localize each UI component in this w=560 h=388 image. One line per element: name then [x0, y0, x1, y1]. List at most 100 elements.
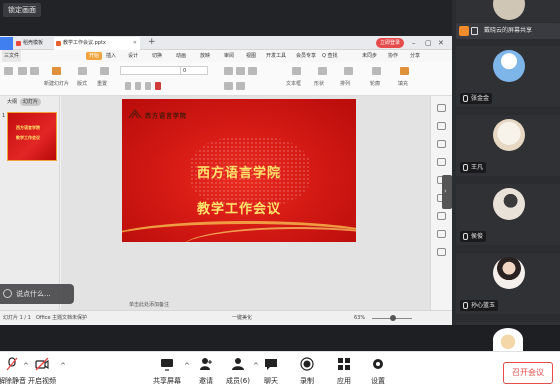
- close-tab-icon[interactable]: ✕: [133, 37, 137, 50]
- property-icon[interactable]: [437, 104, 446, 112]
- menu-dev-tools[interactable]: 开发工具: [266, 50, 286, 62]
- maximize-icon[interactable]: ▢: [425, 36, 432, 50]
- shared-screen-wps: 稻壳模板 教学工作会议.pptx ✕ + 立即登录 – ▢ ✕ 三文件 开始 插…: [0, 36, 452, 325]
- shapes-icon[interactable]: [318, 67, 327, 75]
- avatar: [493, 0, 525, 20]
- menu-review[interactable]: 审阅: [224, 50, 234, 62]
- chat-button[interactable]: 聊天: [251, 352, 291, 388]
- panel-collapse-handle[interactable]: ›: [442, 175, 452, 209]
- animation-pane-icon[interactable]: [437, 140, 446, 148]
- menu-file[interactable]: 三文件: [2, 50, 22, 62]
- menu-animation[interactable]: 动画: [176, 50, 186, 62]
- participant-card[interactable]: 张金金: [456, 46, 560, 107]
- menu-transition[interactable]: 切换: [152, 50, 162, 62]
- meeting-window: 锁定画面 稻壳模板 教学工作会议.pptx ✕ + 立即登录 – ▢ ✕ 三文件…: [0, 0, 560, 388]
- slide-title[interactable]: 西方语言学院: [122, 162, 356, 181]
- menu-member[interactable]: 会员专享: [296, 50, 316, 62]
- menu-slideshow[interactable]: 放映: [200, 50, 210, 62]
- help-icon[interactable]: [437, 248, 446, 256]
- italic-icon[interactable]: [135, 82, 141, 90]
- underline-icon[interactable]: [145, 82, 151, 90]
- doc-protection[interactable]: 文档未保护: [62, 311, 87, 325]
- open-meeting-button[interactable]: 召开会议: [503, 362, 553, 384]
- outline-icon[interactable]: [372, 67, 381, 75]
- chat-quick-input[interactable]: 说点什么...: [0, 284, 74, 304]
- align-center-icon[interactable]: [236, 67, 245, 75]
- bullets-icon[interactable]: [236, 82, 245, 90]
- new-slide-label[interactable]: 新建幻灯片: [44, 80, 69, 87]
- menu-collaborate[interactable]: 协作: [388, 50, 398, 62]
- align-right-icon[interactable]: [248, 67, 257, 75]
- record-button[interactable]: 录制: [287, 352, 327, 388]
- layout-icon[interactable]: [78, 67, 87, 75]
- zoom-slider-knob[interactable]: [390, 315, 396, 321]
- participant-card[interactable]: 侯俊: [456, 184, 560, 245]
- arrange-label[interactable]: 排列: [340, 80, 350, 87]
- thumb-subtitle: 教学工作会议: [16, 135, 40, 140]
- tab-home[interactable]: [0, 37, 13, 50]
- fill-icon[interactable]: [400, 67, 409, 75]
- share-screen-icon: [459, 26, 469, 36]
- reset-label[interactable]: 重置: [97, 80, 107, 87]
- layout-label[interactable]: 版式: [77, 80, 87, 87]
- textbox-icon[interactable]: [292, 67, 301, 75]
- line-spacing-icon[interactable]: [224, 82, 233, 90]
- font-color-icon[interactable]: [155, 82, 161, 90]
- menu-insert[interactable]: 插入: [106, 50, 116, 62]
- tab-slides[interactable]: 幻灯片: [20, 98, 42, 106]
- new-slide-icon[interactable]: [52, 67, 61, 75]
- share-screen-button[interactable]: 共享屏幕: [147, 352, 187, 388]
- share-label: 戴晓云的屏幕共享: [484, 27, 533, 34]
- textbox-label[interactable]: 文本框: [286, 80, 301, 87]
- avatar: [493, 328, 523, 351]
- outline-label[interactable]: 轮廓: [370, 80, 380, 87]
- tab-document[interactable]: 教学工作会议.pptx ✕: [54, 37, 140, 50]
- lock-view-button[interactable]: 锁定画面: [3, 3, 41, 17]
- arrange-icon[interactable]: [344, 67, 353, 75]
- paste-icon[interactable]: [4, 67, 13, 75]
- menu-start[interactable]: 开始: [86, 52, 103, 60]
- copy-icon[interactable]: [30, 67, 39, 75]
- slide-thumbnail[interactable]: 西方语言学院 教学工作会议: [7, 112, 57, 161]
- new-tab-icon[interactable]: +: [148, 36, 156, 49]
- slide-subtitle[interactable]: 教学工作会议: [122, 198, 356, 217]
- tab-document-label: 教学工作会议.pptx: [63, 40, 106, 46]
- participant-card-top[interactable]: [456, 0, 560, 22]
- shapes-label[interactable]: 形状: [314, 80, 324, 87]
- font-size-select[interactable]: 0: [180, 66, 208, 75]
- invite-icon: [200, 358, 212, 370]
- slide[interactable]: 西方语言学院 西方语言学院 教学工作会议 ➤: [122, 99, 356, 242]
- settings-pane-icon[interactable]: [437, 212, 446, 220]
- menu-view[interactable]: 视图: [246, 50, 256, 62]
- participant-card[interactable]: 王凡: [456, 115, 560, 176]
- feedback-icon[interactable]: [437, 230, 446, 238]
- close-window-icon[interactable]: ✕: [438, 36, 444, 50]
- tab-outline[interactable]: 大纲: [4, 98, 20, 106]
- menu-search[interactable]: Q 查找: [322, 50, 338, 62]
- tab-daoke-template[interactable]: 稻壳模板: [14, 37, 52, 50]
- settings-button[interactable]: 设置: [358, 352, 398, 388]
- cut-icon[interactable]: [18, 67, 27, 75]
- minimize-icon[interactable]: –: [412, 36, 416, 50]
- start-video-button[interactable]: 开启视频: [22, 352, 62, 388]
- login-button[interactable]: 立即登录: [376, 38, 405, 48]
- menu-share[interactable]: 分享: [410, 50, 420, 62]
- slide-logo-text: 西方语言学院: [145, 113, 188, 120]
- participant-card[interactable]: 孙心蓝玉: [456, 253, 560, 314]
- menu-design[interactable]: 设计: [128, 50, 138, 62]
- style-icon[interactable]: [437, 122, 446, 130]
- mic-icon: [471, 27, 478, 35]
- chevron-up-icon[interactable]: ^: [60, 362, 66, 370]
- fill-label[interactable]: 填充: [398, 80, 408, 87]
- reset-icon[interactable]: [100, 67, 109, 75]
- participant-card-partial[interactable]: [456, 322, 560, 325]
- menu-unsynced[interactable]: 未同步: [362, 50, 377, 62]
- screen-share-strip[interactable]: 戴晓云的屏幕共享: [456, 23, 560, 39]
- align-left-icon[interactable]: [224, 67, 233, 75]
- zoom-level[interactable]: 63%: [354, 311, 365, 325]
- tab-daoke-label: 稻壳模板: [23, 40, 44, 46]
- bold-icon[interactable]: [125, 82, 131, 90]
- notes-hint[interactable]: 单击此处添加备注: [129, 301, 169, 308]
- shape-pane-icon[interactable]: [437, 158, 446, 166]
- beautify-button[interactable]: 一键美化: [232, 311, 252, 325]
